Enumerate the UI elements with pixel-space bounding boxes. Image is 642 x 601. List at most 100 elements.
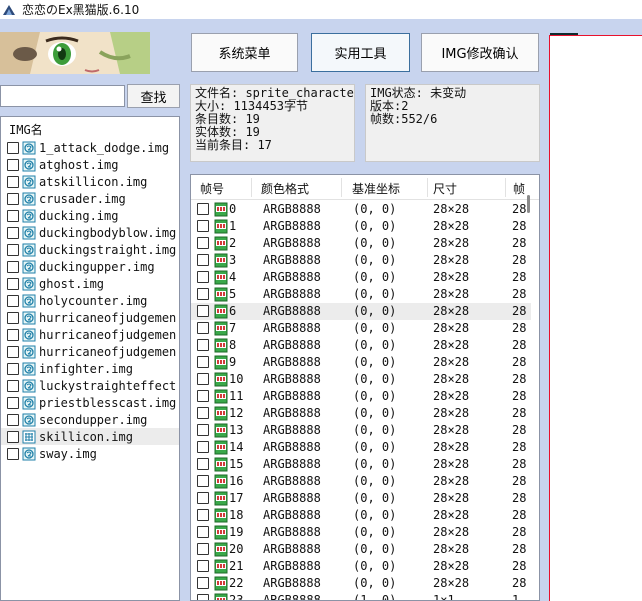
img-list-item[interactable]: secondupper.img xyxy=(1,411,179,428)
tools-button[interactable]: 实用工具 xyxy=(311,33,410,72)
row-checkbox[interactable] xyxy=(197,594,209,600)
img-item-checkbox[interactable] xyxy=(7,413,19,426)
row-checkbox[interactable] xyxy=(197,237,209,249)
row-checkbox[interactable] xyxy=(197,254,209,266)
table-row[interactable]: 10 ARGB8888 (0, 0) 28×28 28 xyxy=(191,371,531,388)
img-list-item[interactable]: luckystraighteffect. xyxy=(1,377,179,394)
img-item-checkbox[interactable] xyxy=(7,447,19,460)
table-row[interactable]: 12 ARGB8888 (0, 0) 28×28 28 xyxy=(191,405,531,422)
table-row[interactable]: 5 ARGB8888 (0, 0) 28×28 28 xyxy=(191,286,531,303)
table-row[interactable]: 8 ARGB8888 (0, 0) 28×28 28 xyxy=(191,337,531,354)
img-item-checkbox[interactable] xyxy=(7,396,19,409)
img-item-checkbox[interactable] xyxy=(7,192,19,205)
table-row[interactable]: 16 ARGB8888 (0, 0) 28×28 28 xyxy=(191,473,531,490)
img-list-item[interactable]: 1_attack_dodge.img xyxy=(1,139,179,156)
table-row[interactable]: 20 ARGB8888 (0, 0) 28×28 28 xyxy=(191,541,531,558)
row-checkbox[interactable] xyxy=(197,220,209,232)
column-header-color-format[interactable]: 颜色格式 xyxy=(261,180,309,197)
table-row[interactable]: 9 ARGB8888 (0, 0) 28×28 28 xyxy=(191,354,531,371)
img-item-checkbox[interactable] xyxy=(7,209,19,222)
row-checkbox[interactable] xyxy=(197,322,209,334)
table-row[interactable]: 13 ARGB8888 (0, 0) 28×28 28 xyxy=(191,422,531,439)
row-checkbox[interactable] xyxy=(197,543,209,555)
img-item-checkbox[interactable] xyxy=(7,345,19,358)
column-header-frame-extra[interactable]: 帧 xyxy=(513,180,525,197)
column-header-frame-id[interactable]: 帧号 xyxy=(200,180,224,197)
table-row[interactable]: 14 ARGB8888 (0, 0) 28×28 28 xyxy=(191,439,531,456)
table-row[interactable]: 17 ARGB8888 (0, 0) 28×28 28 xyxy=(191,490,531,507)
img-confirm-button[interactable]: IMG修改确认 xyxy=(421,33,539,72)
img-item-checkbox[interactable] xyxy=(7,311,19,324)
cell-base-coord: (0, 0) xyxy=(353,576,397,590)
row-checkbox[interactable] xyxy=(197,203,209,215)
search-input[interactable] xyxy=(0,85,125,107)
img-list-item[interactable]: ducking.img xyxy=(1,207,179,224)
img-list-item[interactable]: duckingupper.img xyxy=(1,258,179,275)
frame-table[interactable]: 帧号 颜色格式 基准坐标 尺寸 帧 0 ARGB8888 (0, 0) 28×28 28… xyxy=(190,174,540,601)
img-list-item[interactable]: skillicon.img xyxy=(1,428,179,445)
img-item-checkbox[interactable] xyxy=(7,294,19,307)
row-checkbox[interactable] xyxy=(197,492,209,504)
img-item-checkbox[interactable] xyxy=(7,260,19,273)
row-checkbox[interactable] xyxy=(197,577,209,589)
table-row[interactable]: 1 ARGB8888 (0, 0) 28×28 28 xyxy=(191,218,531,235)
table-row[interactable]: 4 ARGB8888 (0, 0) 28×28 28 xyxy=(191,269,531,286)
table-row[interactable]: 15 ARGB8888 (0, 0) 28×28 28 xyxy=(191,456,531,473)
table-row[interactable]: 18 ARGB8888 (0, 0) 28×28 28 xyxy=(191,507,531,524)
table-row[interactable]: 6 ARGB8888 (0, 0) 28×28 28 xyxy=(191,303,531,320)
row-checkbox[interactable] xyxy=(197,407,209,419)
img-item-checkbox[interactable] xyxy=(7,226,19,239)
img-item-checkbox[interactable] xyxy=(7,277,19,290)
img-item-checkbox[interactable] xyxy=(7,141,19,154)
table-row[interactable]: 21 ARGB8888 (0, 0) 28×28 28 xyxy=(191,558,531,575)
table-row[interactable]: 19 ARGB8888 (0, 0) 28×28 28 xyxy=(191,524,531,541)
table-row[interactable]: 23 ARGB8888 (1, 0) 1×1 1 xyxy=(191,592,531,600)
row-checkbox[interactable] xyxy=(197,339,209,351)
table-row[interactable]: 11 ARGB8888 (0, 0) 28×28 28 xyxy=(191,388,531,405)
row-checkbox[interactable] xyxy=(197,458,209,470)
img-item-checkbox[interactable] xyxy=(7,175,19,188)
table-row[interactable]: 2 ARGB8888 (0, 0) 28×28 28 xyxy=(191,235,531,252)
img-item-checkbox[interactable] xyxy=(7,379,19,392)
img-list-item[interactable]: duckingstraight.img xyxy=(1,241,179,258)
row-checkbox[interactable] xyxy=(197,356,209,368)
row-checkbox[interactable] xyxy=(197,390,209,402)
column-header-size[interactable]: 尺寸 xyxy=(433,180,457,197)
row-checkbox[interactable] xyxy=(197,441,209,453)
img-list-item[interactable]: duckingbodyblow.img xyxy=(1,224,179,241)
preview-canvas[interactable] xyxy=(549,35,642,601)
column-header-base-coord[interactable]: 基准坐标 xyxy=(352,180,400,197)
row-checkbox[interactable] xyxy=(197,271,209,283)
row-checkbox[interactable] xyxy=(197,475,209,487)
img-list-item[interactable]: priestblesscast.img xyxy=(1,394,179,411)
img-list-item[interactable]: hurricaneofjudgemen. xyxy=(1,343,179,360)
row-checkbox[interactable] xyxy=(197,288,209,300)
img-list-item[interactable]: sway.img xyxy=(1,445,179,462)
img-list-item[interactable]: hurricaneofjudgemen. xyxy=(1,326,179,343)
img-item-checkbox[interactable] xyxy=(7,158,19,171)
img-list-item[interactable]: atghost.img xyxy=(1,156,179,173)
table-row[interactable]: 22 ARGB8888 (0, 0) 28×28 28 xyxy=(191,575,531,592)
system-menu-button[interactable]: 系统菜单 xyxy=(191,33,298,72)
table-row[interactable]: 0 ARGB8888 (0, 0) 28×28 28 xyxy=(191,201,531,218)
img-list-item[interactable]: atskillicon.img xyxy=(1,173,179,190)
img-item-checkbox[interactable] xyxy=(7,243,19,256)
table-row[interactable]: 3 ARGB8888 (0, 0) 28×28 28 xyxy=(191,252,531,269)
row-checkbox[interactable] xyxy=(197,424,209,436)
search-button[interactable]: 查找 xyxy=(127,84,180,108)
img-item-checkbox[interactable] xyxy=(7,328,19,341)
img-list-item[interactable]: crusader.img xyxy=(1,190,179,207)
row-checkbox[interactable] xyxy=(197,560,209,572)
img-item-checkbox[interactable] xyxy=(7,430,19,443)
row-checkbox[interactable] xyxy=(197,509,209,521)
row-checkbox[interactable] xyxy=(197,305,209,317)
img-list-item[interactable]: ghost.img xyxy=(1,275,179,292)
img-list-item[interactable]: holycounter.img xyxy=(1,292,179,309)
img-list-item[interactable]: hurricaneofjudgemen. xyxy=(1,309,179,326)
table-row[interactable]: 7 ARGB8888 (0, 0) 28×28 28 xyxy=(191,320,531,337)
img-item-checkbox[interactable] xyxy=(7,362,19,375)
img-list[interactable]: IMG名 1_attack_dodge.img atghost.img atskil… xyxy=(0,116,180,601)
row-checkbox[interactable] xyxy=(197,526,209,538)
row-checkbox[interactable] xyxy=(197,373,209,385)
img-list-item[interactable]: infighter.img xyxy=(1,360,179,377)
